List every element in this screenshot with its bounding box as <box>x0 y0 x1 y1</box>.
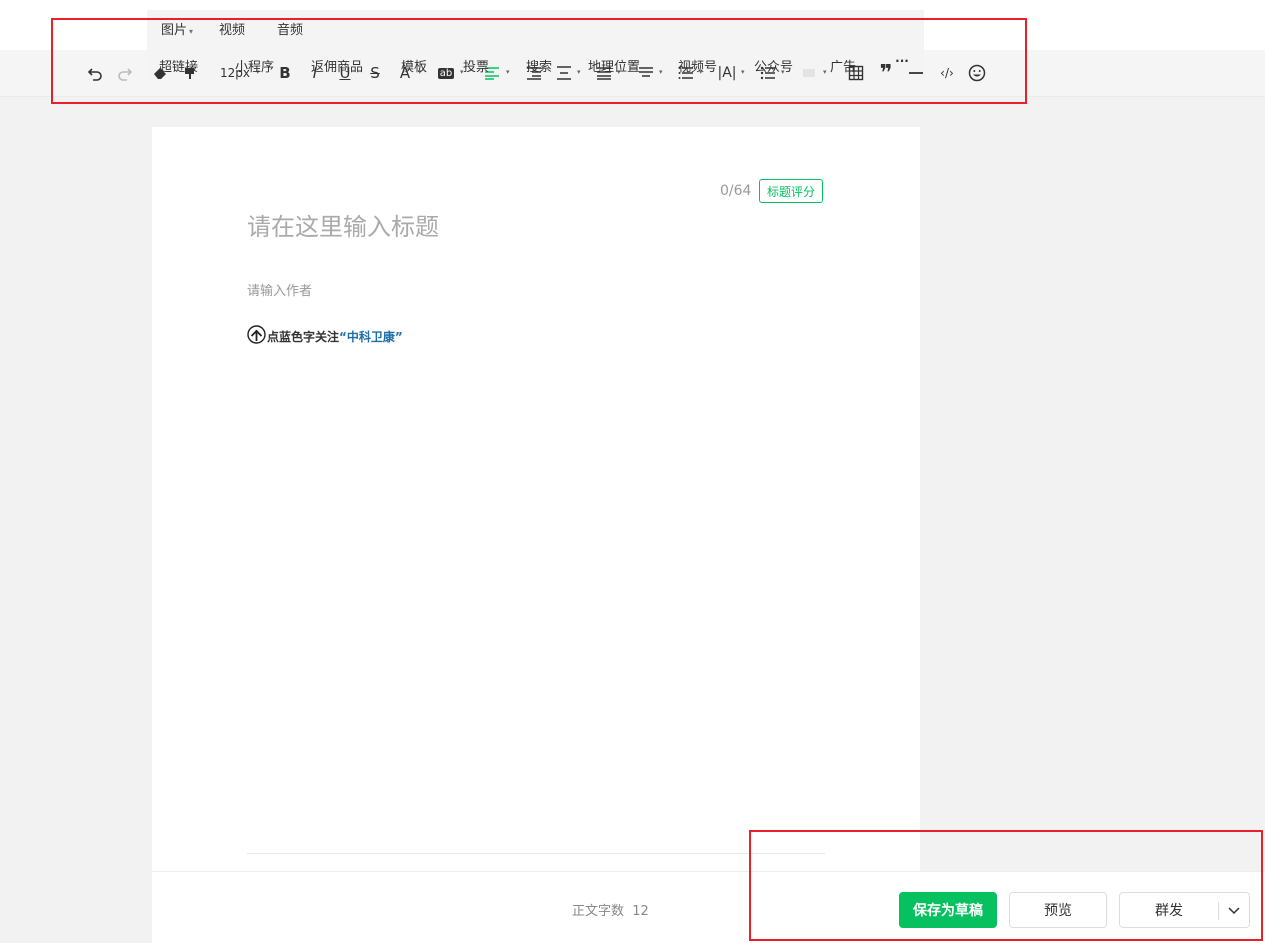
body-highlight-text: “中科卫康” <box>339 329 403 344</box>
content-divider <box>247 853 825 854</box>
editor-card <box>152 127 920 942</box>
title-input[interactable]: 请在这里输入标题 <box>247 207 439 242</box>
author-input[interactable]: 请输入作者 <box>247 280 312 299</box>
toolbar-highlight-box <box>51 18 1027 104</box>
footer-highlight-box <box>749 830 1263 941</box>
arrow-up-circle-icon <box>247 325 266 347</box>
word-count-value: 12 <box>632 904 649 919</box>
word-count-label: 正文字数 <box>572 904 625 919</box>
title-score-button[interactable]: 标题评分 <box>759 179 823 203</box>
title-char-count: 0/64 <box>720 183 752 199</box>
body-content[interactable]: 点蓝色字关注 “中科卫康” <box>247 325 403 347</box>
body-text: 点蓝色字关注 <box>267 329 340 344</box>
word-count: 正文字数 12 <box>572 900 649 919</box>
